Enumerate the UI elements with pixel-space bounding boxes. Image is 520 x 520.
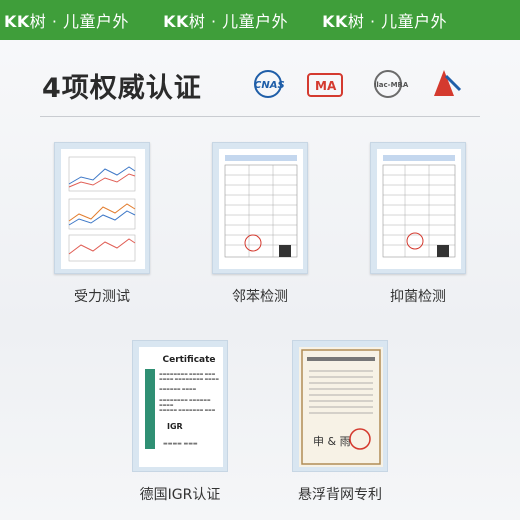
force-test-card [54,142,150,274]
cert-footer-lines: ▬▬▬▬ ▬▬▬ [163,441,198,447]
cma-logo: MA [307,73,343,97]
phenol-test-caption: 邻苯检测 [232,289,288,305]
section-title: 4项权威认证 [42,73,202,104]
patent-cert-card: 申 & 雨 [292,340,388,472]
igr-cert-document: Ergonomic Product Certificate ▬▬▬▬▬▬▬▬ ▬… [139,347,223,467]
section-divider [40,116,480,117]
antibacterial-test-caption: 抑菌检测 [390,289,446,305]
flag-icon [434,70,462,96]
patent-cert-caption: 悬浮背网专利 [298,487,382,503]
igr-cert-card: Ergonomic Product Certificate ▬▬▬▬▬▬▬▬ ▬… [132,340,228,472]
brand-item-1: KK树 · 儿童户外 [4,12,130,31]
force-test-caption: 受力测试 [74,289,130,305]
phenol-test-document [219,149,303,269]
svg-text:申 & 雨: 申 & 雨 [313,435,351,448]
cert-side-band [145,369,155,449]
content-panel [0,40,520,520]
antibacterial-test-document [377,149,461,269]
svg-text:ilac-MRA: ilac-MRA [374,81,409,89]
patent-cert-document: 申 & 雨 [299,347,383,467]
cert-body-lines: ▬▬▬▬▬▬▬▬ ▬▬▬▬ ▬▬▬ ▬▬▬▬ ▬▬▬▬▬▬▬▬ ▬▬▬▬ ▬▬▬… [159,371,219,412]
brand-item-3: KK树 · 儿童户外 [322,12,448,31]
force-test-document [61,149,145,269]
brand-bar: KK树 · 儿童户外 KK树 · 儿童户外 KK树 · 儿童户外 [0,0,520,40]
igr-logo: IGR [167,422,183,431]
cnas-logo: CNAS [254,70,285,98]
ilac-mra-logo: ilac-MRA [374,70,409,98]
antibacterial-test-card [370,142,466,274]
phenol-test-card [212,142,308,274]
svg-text:CNAS: CNAS [254,80,285,91]
brand-item-2: KK树 · 儿童户外 [163,12,289,31]
igr-cert-caption: 德国IGR认证 [139,487,221,503]
svg-text:MA: MA [315,79,337,93]
certification-logos: CNAS MA ilac-MRA [254,70,462,98]
cert-title: Certificate [162,355,216,365]
